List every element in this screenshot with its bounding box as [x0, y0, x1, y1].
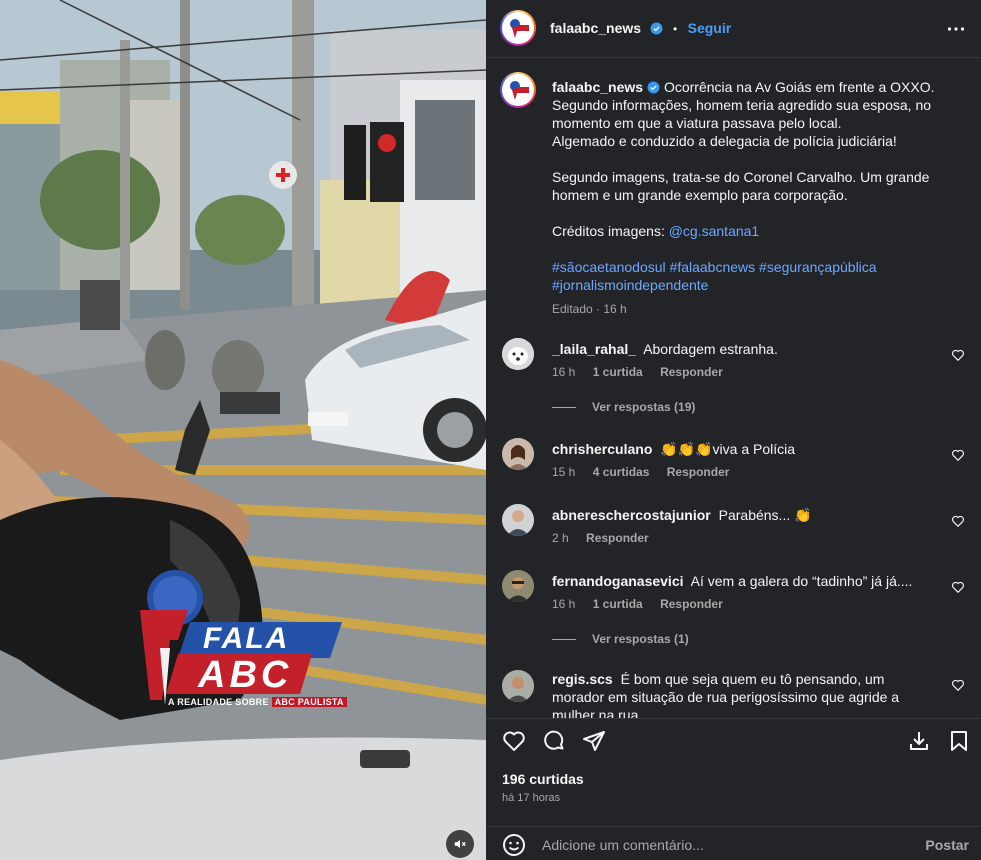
reply-button[interactable]: Responder: [667, 465, 730, 479]
commenter-avatar[interactable]: [502, 570, 534, 602]
bookmark-icon[interactable]: [947, 729, 971, 753]
caption-username[interactable]: falaabc_news: [552, 79, 643, 95]
comment-body: fernandoganasevici Aí vem a galera do “t…: [552, 572, 940, 590]
view-replies-label: Ver respostas (19): [592, 400, 696, 414]
comment-actions: 15 h 4 curtidas Responder: [552, 465, 743, 479]
follow-button[interactable]: Seguir: [688, 20, 732, 36]
comment-text: 👏👏👏viva a Polícia: [660, 441, 796, 457]
comment-actions: 16 h 1 curtida Responder: [552, 365, 737, 379]
emoji-icon[interactable]: [502, 833, 526, 857]
comment-input[interactable]: [542, 835, 902, 855]
post-time: há 17 horas: [502, 792, 561, 804]
heart-icon[interactable]: [951, 448, 965, 462]
comment-body: chrisherculano 👏👏👏viva a Polícia: [552, 440, 940, 458]
reply-button[interactable]: Responder: [660, 365, 723, 379]
commenter-avatar[interactable]: [502, 438, 534, 470]
comment-likes[interactable]: 1 curtida: [593, 597, 643, 611]
heart-icon[interactable]: [502, 729, 526, 753]
comment-username[interactable]: regis.scs: [552, 671, 613, 687]
post-comment-button[interactable]: Postar: [925, 837, 969, 853]
person-avatar-icon: [502, 670, 534, 702]
watermark-tagline-highlight: ABC PAULISTA: [271, 697, 347, 707]
replies-line: [552, 407, 576, 409]
comment-username[interactable]: chrisherculano: [552, 441, 652, 457]
dog-avatar-icon: [502, 338, 534, 370]
hashtags-line-1[interactable]: #sãocaetanodosul #falaabcnews #segurança…: [552, 258, 962, 276]
header-user-line: falaabc_news • Seguir: [550, 20, 731, 38]
watermark-tagline: A REALIDADE SOBRE ABC PAULISTA: [168, 697, 347, 707]
download-icon[interactable]: [907, 729, 931, 753]
more-options-icon[interactable]: [947, 22, 965, 36]
comment-username[interactable]: fernandoganasevici: [552, 573, 684, 589]
commenter-avatar[interactable]: [502, 670, 534, 702]
comment-username[interactable]: abnereschercostajunior: [552, 507, 711, 523]
replies-line: [552, 639, 576, 641]
caption-credits: Créditos imagens: @cg.santana1: [552, 222, 962, 240]
likes-count[interactable]: 196 curtidas: [502, 771, 584, 787]
commenter-avatar[interactable]: [502, 338, 534, 370]
credits-label: Créditos imagens:: [552, 223, 669, 239]
street-scene-video: [0, 0, 486, 860]
hashtags-line-2[interactable]: #jornalismoindependente: [552, 276, 962, 294]
post-header: falaabc_news • Seguir: [486, 0, 981, 58]
heart-icon[interactable]: [951, 514, 965, 528]
comment-time: 16 h: [552, 597, 576, 611]
caption-meta: Editado · 16 h: [552, 302, 627, 316]
comment-actions: 2 h Responder: [552, 531, 663, 545]
mute-button[interactable]: [446, 830, 474, 858]
view-replies-button[interactable]: Ver respostas (19): [552, 400, 695, 414]
credits-handle-link[interactable]: @cg.santana1: [669, 223, 760, 239]
comment-likes[interactable]: 4 curtidas: [593, 465, 650, 479]
comment-likes[interactable]: 1 curtida: [593, 365, 643, 379]
person-avatar-icon: [502, 438, 534, 470]
falaabc-logo-icon: [510, 81, 529, 100]
author-username[interactable]: falaabc_news: [550, 20, 641, 36]
falaabc-logo-icon: [510, 19, 529, 38]
verified-badge-icon: [647, 81, 660, 94]
heart-icon[interactable]: [951, 678, 965, 692]
comment-body: abnereschercostajunior Parabéns... 👏: [552, 506, 940, 524]
separator-dot: •: [672, 22, 678, 36]
heart-icon[interactable]: [951, 580, 965, 594]
comment-time: 16 h: [552, 365, 576, 379]
view-replies-button[interactable]: Ver respostas (1): [552, 632, 689, 646]
post-caption: falaabc_news Ocorrência na Av Goiás em f…: [552, 78, 962, 318]
person-avatar-icon: [502, 504, 534, 536]
watermark-fala: FALA: [203, 622, 290, 655]
caption-author-avatar[interactable]: [500, 72, 536, 108]
comment-time: 2 h: [552, 531, 569, 545]
comment-text: Parabéns... 👏: [718, 507, 812, 523]
speaker-muted-icon: [454, 839, 466, 849]
commenter-avatar[interactable]: [502, 504, 534, 536]
post-media[interactable]: FALA ABC A REALIDADE SOBRE ABC PAULISTA: [0, 0, 486, 860]
reply-button[interactable]: Responder: [660, 597, 723, 611]
heart-icon[interactable]: [951, 348, 965, 362]
caption-paragraph-1: falaabc_news Ocorrência na Av Goiás em f…: [552, 78, 962, 150]
comment-text: Aí vem a galera do “tadinho” já já....: [690, 573, 913, 589]
comment-icon[interactable]: [542, 729, 566, 753]
author-avatar[interactable]: [500, 10, 536, 46]
comments-scroll-area[interactable]: falaabc_news Ocorrência na Av Goiás em f…: [486, 58, 981, 718]
post-detail-panel: falaabc_news • Seguir falaabc_news Ocorr…: [486, 0, 981, 860]
share-icon[interactable]: [582, 729, 606, 753]
view-replies-label: Ver respostas (1): [592, 632, 689, 646]
comment-composer: Postar: [486, 826, 981, 860]
watermark-abc: ABC: [198, 654, 293, 696]
person-avatar-icon: [502, 570, 534, 602]
reply-button[interactable]: Responder: [586, 531, 649, 545]
comment-text: Abordagem estranha.: [643, 341, 778, 357]
comment-time: 15 h: [552, 465, 576, 479]
post-footer: 196 curtidas há 17 horas Postar: [486, 718, 981, 860]
caption-text-2: Segundo imagens, trata-se do Coronel Car…: [552, 169, 934, 203]
comment-actions: 16 h 1 curtida Responder: [552, 597, 737, 611]
watermark-tagline-prefix: A REALIDADE SOBRE: [168, 697, 269, 707]
verified-badge-icon: [650, 22, 662, 35]
comment-body: regis.scs É bom que seja quem eu tô pens…: [552, 670, 940, 718]
comment-body: _laila_rahal_ Abordagem estranha.: [552, 340, 940, 358]
comment-username[interactable]: _laila_rahal_: [552, 341, 636, 357]
